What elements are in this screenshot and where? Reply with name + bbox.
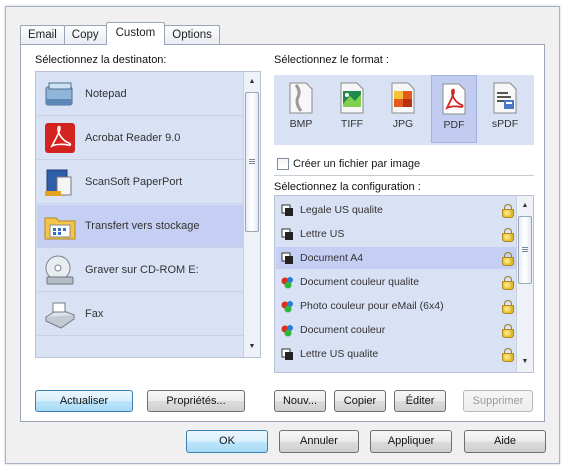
bw-config-icon [281,252,294,265]
properties-button[interactable]: Propriétés... [147,390,245,412]
configuration-item-label: Lettre US [300,228,345,240]
destination-item-cd-burn[interactable]: Graver sur CD-ROM E: [37,249,243,292]
destination-item-storage-transfer[interactable]: Transfert vers stockage [37,205,243,248]
new-config-button[interactable]: Nouv... [274,390,326,412]
destination-item-notepad[interactable]: Notepad [37,73,243,116]
one-file-per-image-label: Créer un fichier par image [293,158,421,170]
scroll-thumb[interactable] [518,216,532,284]
one-file-per-image-option[interactable]: Créer un fichier par image [277,158,420,170]
scroll-down-arrow[interactable]: ▼ [244,339,260,355]
destination-list: Notepad Acrobat Reader 9.0 ScanSoft Pape… [35,71,261,358]
storage-transfer-icon [43,209,77,243]
configuration-item-label: Lettre US qualite [300,348,379,360]
copy-config-button[interactable]: Copier [334,390,386,412]
tab-options[interactable]: Options [164,25,220,45]
color-config-icon [281,276,294,289]
configuration-item-label: Photo couleur pour eMail (6x4) [300,300,444,312]
custom-tab-panel: Sélectionnez la destinaton: Notepad Acro… [20,44,545,422]
pdf-icon [440,83,468,115]
destination-item-label: Transfert vers stockage [85,220,200,232]
bw-config-icon [281,228,294,241]
acrobat-icon [43,121,77,155]
lock-icon [502,204,514,218]
destination-item-label: Graver sur CD-ROM E: [85,264,199,276]
configuration-item[interactable]: Document couleur [276,319,516,341]
bw-config-icon [281,204,294,217]
tab-copy[interactable]: Copy [63,25,107,45]
destination-item-label: Acrobat Reader 9.0 [85,132,181,144]
destination-item-label: Fax [85,308,104,320]
format-selector: BMP TIFF JPG PDF sPDF [274,75,534,145]
destination-item-fax[interactable]: Fax [37,293,243,336]
configuration-item[interactable]: Photo couleur pour eMail (6x4) [276,295,516,317]
configuration-item[interactable]: Lettre US [276,223,516,245]
configuration-item-label: Document couleur [300,324,386,336]
lock-icon [502,252,514,266]
bmp-icon [287,82,315,114]
format-option-jpg[interactable]: JPG [380,75,426,143]
format-label: Sélectionnez le format : [274,54,389,66]
configuration-item-label: Legale US qualite [300,204,383,216]
configuration-item[interactable]: Legale US qualite [276,199,516,221]
configuration-item-label: Document A4 [300,252,364,264]
paperport-icon [43,165,77,199]
bw-config-icon [281,348,294,361]
format-option-bmp[interactable]: BMP [278,75,324,143]
configuration-label: Sélectionnez la configuration : [274,181,421,193]
cancel-button[interactable]: Annuler [279,430,359,453]
edit-config-button[interactable]: Éditer [394,390,446,412]
format-option-tiff[interactable]: TIFF [329,75,375,143]
format-label-spdf: sPDF [491,118,519,130]
destination-scrollbar[interactable]: ▲ ▼ [243,72,260,357]
destination-item-label: Notepad [85,88,127,100]
lock-icon [502,300,514,314]
apply-button[interactable]: Appliquer [370,430,452,453]
delete-config-button[interactable]: Supprimer [463,390,533,412]
format-label-bmp: BMP [289,118,313,130]
cd-burn-icon [43,253,77,287]
format-label-tiff: TIFF [340,118,364,130]
lock-icon [502,324,514,338]
format-label-pdf: PDF [443,119,465,131]
one-file-per-image-checkbox[interactable] [277,158,289,170]
refresh-button[interactable]: Actualiser [35,390,133,412]
configuration-scrollbar[interactable]: ▲ ▼ [516,196,533,372]
configuration-list: Legale US qualite Lettre US Document A4 … [274,195,534,373]
format-option-spdf[interactable]: sPDF [482,75,528,143]
tiff-icon [338,82,366,114]
scroll-up-arrow[interactable]: ▲ [517,198,533,214]
spdf-icon [491,82,519,114]
tab-bar: Email Copy Custom Options [20,21,220,45]
configuration-item[interactable]: Document couleur qualite [276,271,516,293]
help-button[interactable]: Aide [464,430,546,453]
jpg-icon [389,82,417,114]
format-option-pdf[interactable]: PDF [431,75,477,143]
tab-email[interactable]: Email [20,25,65,45]
configuration-item-selected[interactable]: Document A4 [276,247,516,269]
scroll-thumb[interactable] [245,92,259,232]
scroll-down-arrow[interactable]: ▼ [517,354,533,370]
lock-icon [502,228,514,242]
notepad-icon [43,77,77,111]
color-config-icon [281,300,294,313]
color-config-icon [281,324,294,337]
scanner-properties-dialog: Email Copy Custom Options Sélectionnez l… [5,6,560,464]
tab-custom[interactable]: Custom [105,22,166,45]
configuration-item[interactable]: Lettre US qualite [276,343,516,365]
destination-item-paperport[interactable]: ScanSoft PaperPort [37,161,243,204]
destination-item-label: ScanSoft PaperPort [85,176,183,188]
scroll-up-arrow[interactable]: ▲ [244,74,260,90]
lock-icon [502,348,514,362]
section-divider [274,175,534,176]
lock-icon [502,276,514,290]
format-label-jpg: JPG [392,118,414,130]
ok-button[interactable]: OK [186,430,268,453]
fax-icon [43,297,77,331]
destination-item-acrobat[interactable]: Acrobat Reader 9.0 [37,117,243,160]
configuration-item-label: Document couleur qualite [300,276,420,288]
destination-label: Sélectionnez la destinaton: [35,54,167,66]
